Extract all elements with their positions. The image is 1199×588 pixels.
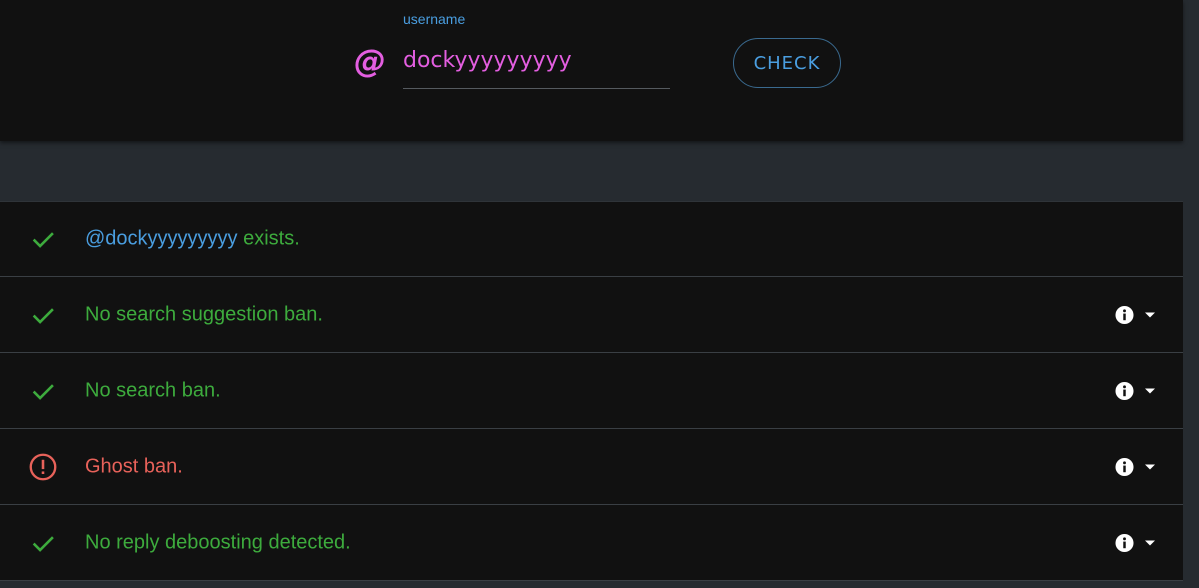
chevron-down-icon[interactable] (1144, 311, 1156, 319)
chevron-down-icon[interactable] (1144, 463, 1156, 471)
result-handle: @dockyyyyyyyyy (85, 227, 238, 250)
username-search-card: username @ CHECK (0, 0, 1183, 141)
info-icon[interactable] (1115, 305, 1134, 324)
username-input[interactable] (403, 44, 670, 89)
check-icon (32, 383, 54, 400)
result-row-search-ban[interactable]: No search ban. (0, 353, 1183, 429)
info-icon[interactable] (1115, 533, 1134, 552)
result-text: No reply deboosting detected. (85, 531, 351, 553)
username-field-label: username (403, 11, 466, 27)
check-button[interactable]: CHECK (733, 38, 841, 88)
result-text: No search suggestion ban. (85, 303, 323, 325)
result-row-ghost-ban[interactable]: Ghost ban. (0, 429, 1183, 505)
result-text: @dockyyyyyyyyy exists. (85, 228, 300, 251)
chevron-down-icon[interactable] (1144, 387, 1156, 395)
results-list: @dockyyyyyyyyy exists. No search suggest… (0, 201, 1183, 581)
result-row-exists: @dockyyyyyyyyy exists. (0, 202, 1183, 277)
result-text: No search ban. (85, 379, 221, 401)
check-icon (32, 535, 54, 552)
result-row-reply-deboosting[interactable]: No reply deboosting detected. (0, 505, 1183, 581)
check-icon (32, 307, 54, 324)
check-icon (32, 232, 54, 248)
chevron-down-icon[interactable] (1144, 539, 1156, 547)
info-icon[interactable] (1115, 381, 1134, 400)
alert-circle-icon (29, 453, 57, 480)
result-row-search-suggestion-ban[interactable]: No search suggestion ban. (0, 277, 1183, 353)
info-icon[interactable] (1115, 457, 1134, 476)
result-text: Ghost ban. (85, 455, 183, 477)
at-sign-icon: @ (354, 42, 386, 80)
result-exists-text: exists. (237, 227, 300, 250)
